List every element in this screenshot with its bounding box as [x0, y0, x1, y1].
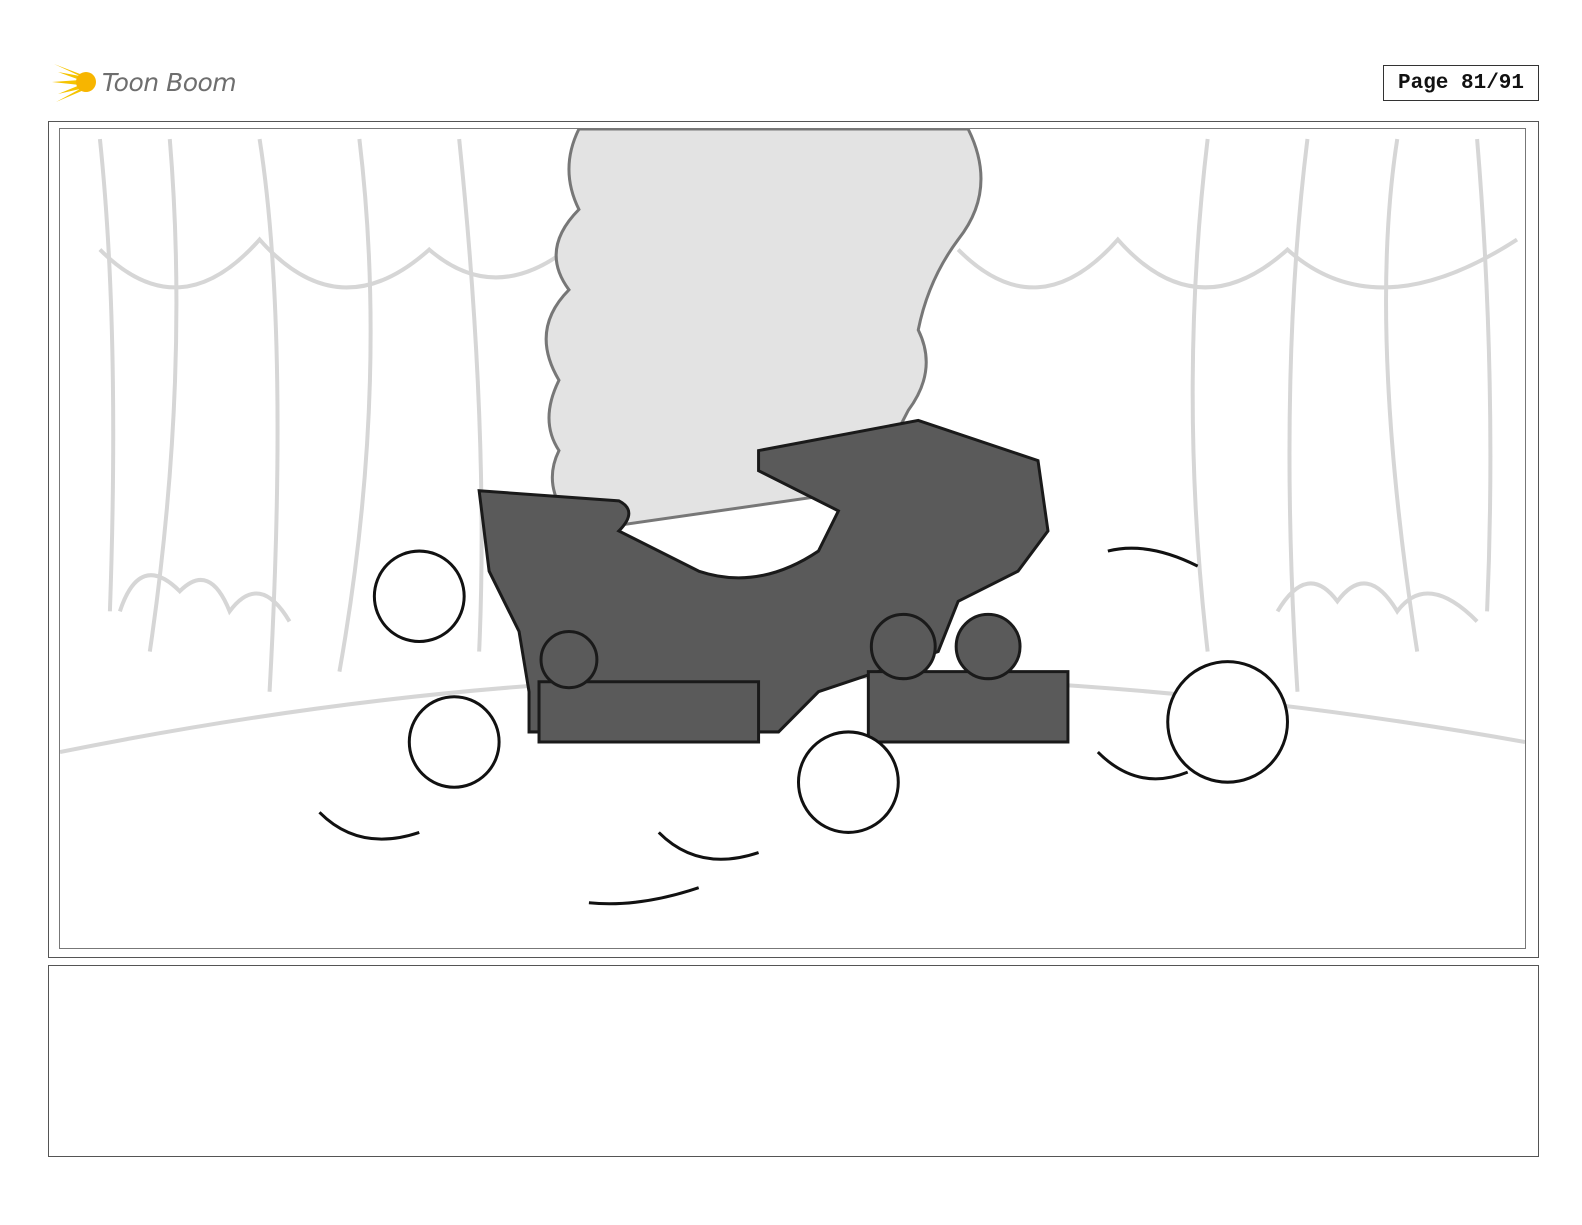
panel-image: [59, 128, 1526, 949]
logo-text: Toon Boom: [102, 67, 237, 97]
storyboard-panel: [48, 121, 1539, 958]
page-number: Page 81/91: [1383, 65, 1539, 101]
starburst-icon: [52, 64, 96, 102]
toon-boom-logo: Toon Boom: [50, 58, 250, 106]
panel-notes: [48, 965, 1539, 1157]
sketch-illustration: [60, 129, 1525, 906]
